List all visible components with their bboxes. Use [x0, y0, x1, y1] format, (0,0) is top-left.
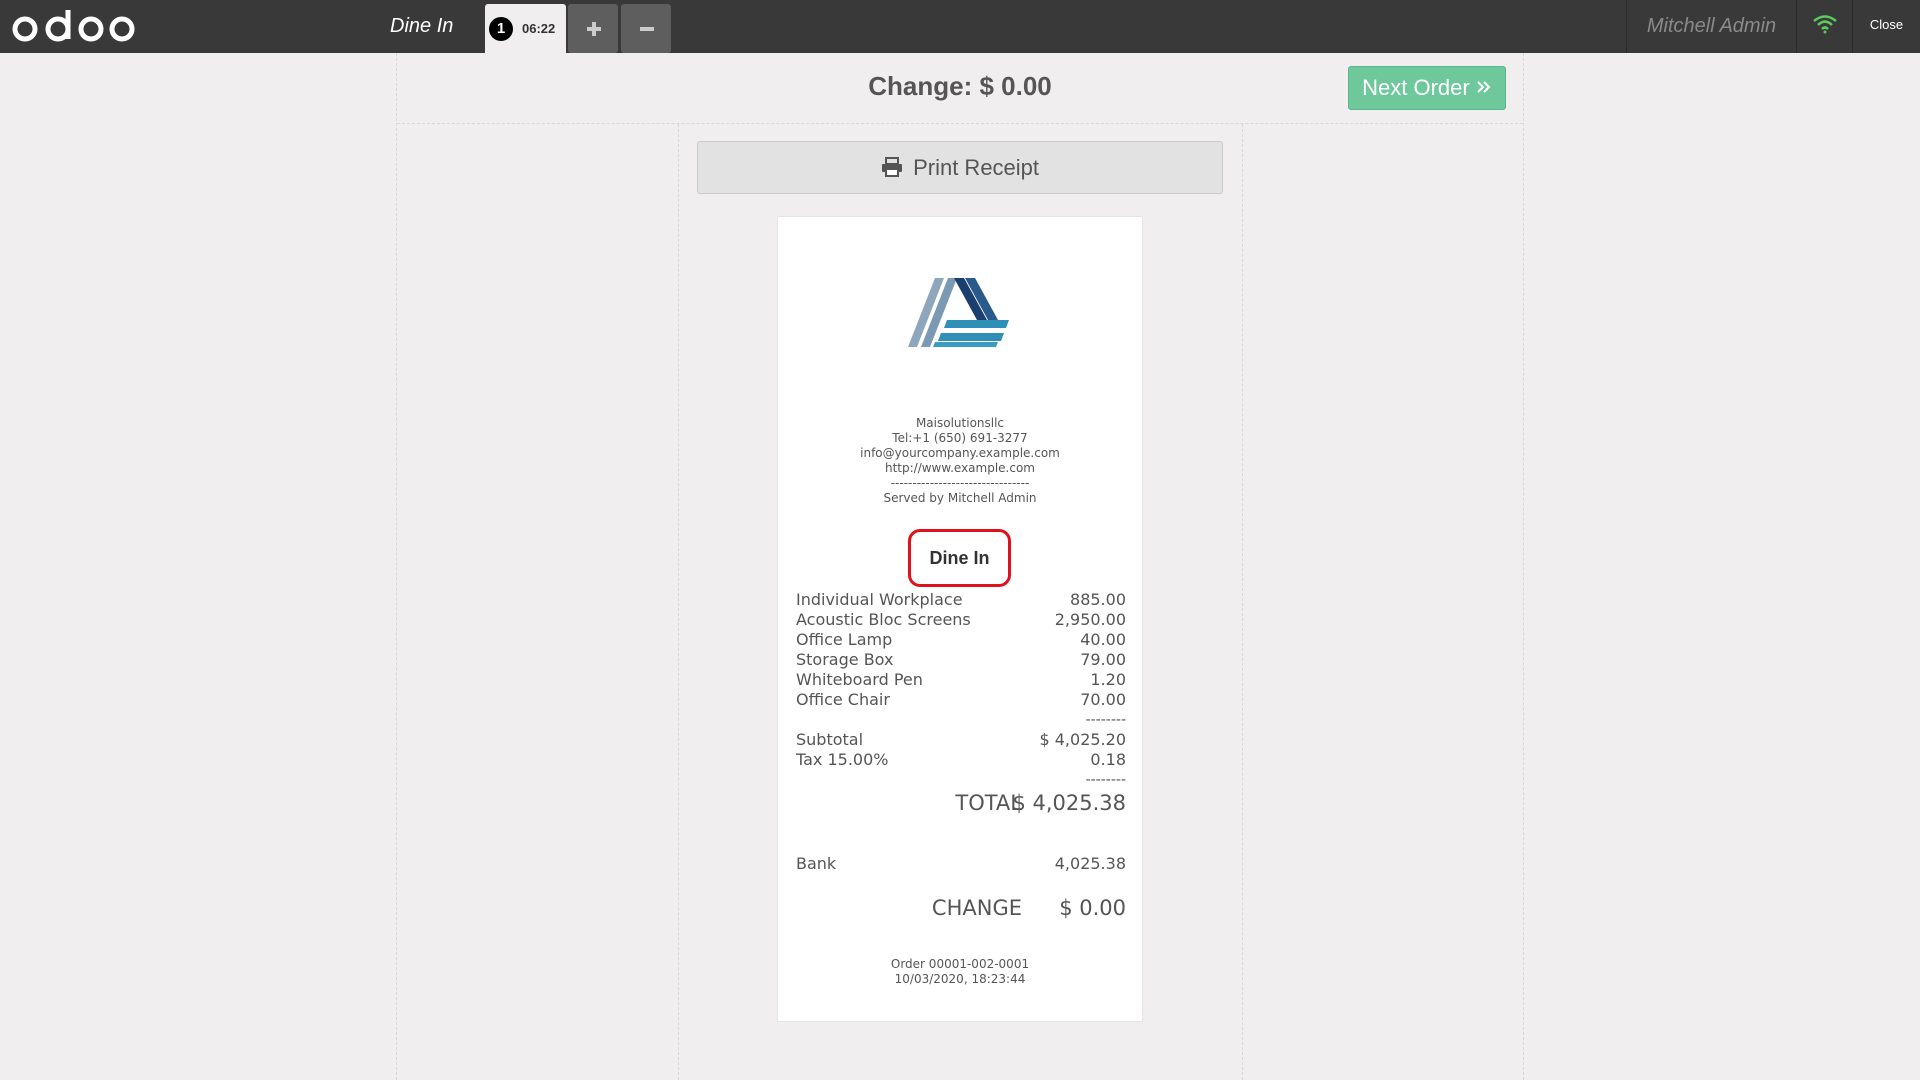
payment-row: Bank 4,025.38 [796, 854, 1126, 874]
pos-receipt: Maisolutionsllc Tel:+1 (650) 691-3277 in… [777, 216, 1143, 1022]
print-receipt-button[interactable]: Print Receipt [697, 141, 1223, 194]
total-separator: -------- [1085, 772, 1126, 788]
total-value: $ 4,025.38 [1012, 791, 1126, 815]
odoo-logo [11, 8, 135, 47]
remove-order-button[interactable] [621, 4, 671, 53]
line-price: 885.00 [1070, 590, 1126, 609]
line-product: Individual Workplace [796, 590, 963, 609]
next-order-label: Next Order [1362, 75, 1470, 100]
column-divider-right [1242, 124, 1243, 1080]
subtotal-row: Subtotal $ 4,025.20 [796, 730, 1126, 750]
receipt-line: Whiteboard Pen 1.20 [796, 670, 1126, 690]
company-name: Maisolutionsllc [915, 416, 1005, 430]
tax-value: 0.18 [1090, 750, 1126, 769]
receipt-line: Individual Workplace 885.00 [796, 590, 1126, 610]
close-button[interactable]: Close [1852, 0, 1920, 53]
add-order-button[interactable] [568, 4, 618, 53]
order-tab-selected[interactable]: 1 06:22 [485, 4, 566, 53]
connection-status[interactable] [1796, 0, 1852, 53]
change-row: CHANGE $ 0.00 [796, 896, 1126, 922]
close-label: Close [1869, 17, 1904, 32]
order-time: 06:22 [522, 21, 556, 36]
double-chevron-right-icon [1477, 81, 1491, 93]
line-price: 1.20 [1090, 670, 1126, 689]
line-product: Acoustic Bloc Screens [796, 610, 971, 629]
print-receipt-label: Print Receipt [913, 155, 1040, 180]
company-website: http://www.example.com [884, 461, 1035, 475]
order-type-title: Dine In [390, 15, 454, 37]
column-divider-left [678, 124, 679, 1080]
receipt-line: Office Chair 70.00 [796, 690, 1126, 710]
line-price: 40.00 [1080, 630, 1126, 649]
payment-method: Bank [796, 854, 837, 873]
printer-icon [881, 157, 902, 178]
company-email: info@yourcompany.example.com [860, 446, 1060, 460]
change-label: CHANGE [931, 896, 1022, 920]
receipt-line: Storage Box 79.00 [796, 650, 1126, 670]
receipt-orderlines: Individual Workplace 885.00 Acoustic Bloc… [796, 590, 1126, 790]
tax-row: Tax 15.00% 0.18 [796, 750, 1126, 770]
user-section[interactable]: Mitchell Admin [1626, 0, 1796, 53]
receipt-line: Office Lamp 40.00 [796, 630, 1126, 650]
company-phone: Tel:+1 (650) 691-3277 [892, 431, 1028, 445]
order-sequence-badge: 1 [489, 17, 513, 41]
tax-label: Tax 15.00% [796, 750, 889, 769]
receipt-order-type: Dine In [908, 529, 1011, 587]
line-product: Storage Box [796, 650, 894, 669]
line-price: 2,950.00 [1054, 610, 1126, 629]
change-value: $ 0.00 [1059, 896, 1126, 920]
payment-amount: 4,025.38 [1054, 854, 1126, 873]
line-product: Whiteboard Pen [796, 670, 923, 689]
order-reference: Order 00001-002-0001 [890, 957, 1030, 971]
served-by: Served by Mitchell Admin [883, 491, 1037, 505]
company-logo [908, 278, 1009, 347]
subtotal-value: $ 4,025.20 [1039, 730, 1126, 749]
receipt-screen-header: Change: $ 0.00 Next Order [397, 53, 1523, 124]
line-price: 70.00 [1080, 690, 1126, 709]
wifi-icon [1813, 15, 1837, 34]
minus-icon [640, 27, 654, 31]
pos-topbar: Dine In 1 06:22 Mitchell Admin Close [0, 0, 1920, 53]
receipt-footer: Order 00001-002-0001 10/03/2020, 18:23:4… [778, 957, 1142, 987]
header-separator: -------------------------------- [890, 476, 1030, 490]
receipt-line: Acoustic Bloc Screens 2,950.00 [796, 610, 1126, 630]
total-row: TOTAL $ 4,025.38 [796, 791, 1126, 817]
line-price: 79.00 [1080, 650, 1126, 669]
line-product: Office Lamp [796, 630, 893, 649]
subtotal-label: Subtotal [796, 730, 864, 749]
order-datetime: 10/03/2020, 18:23:44 [894, 972, 1026, 986]
user-name: Mitchell Admin [1646, 15, 1777, 37]
line-product: Office Chair [796, 690, 890, 709]
plus-icon [587, 22, 601, 36]
subtotal-separator: -------- [1085, 712, 1126, 728]
receipt-header: Maisolutionsllc Tel:+1 (650) 691-3277 in… [778, 416, 1142, 506]
next-order-button[interactable]: Next Order [1348, 66, 1506, 110]
